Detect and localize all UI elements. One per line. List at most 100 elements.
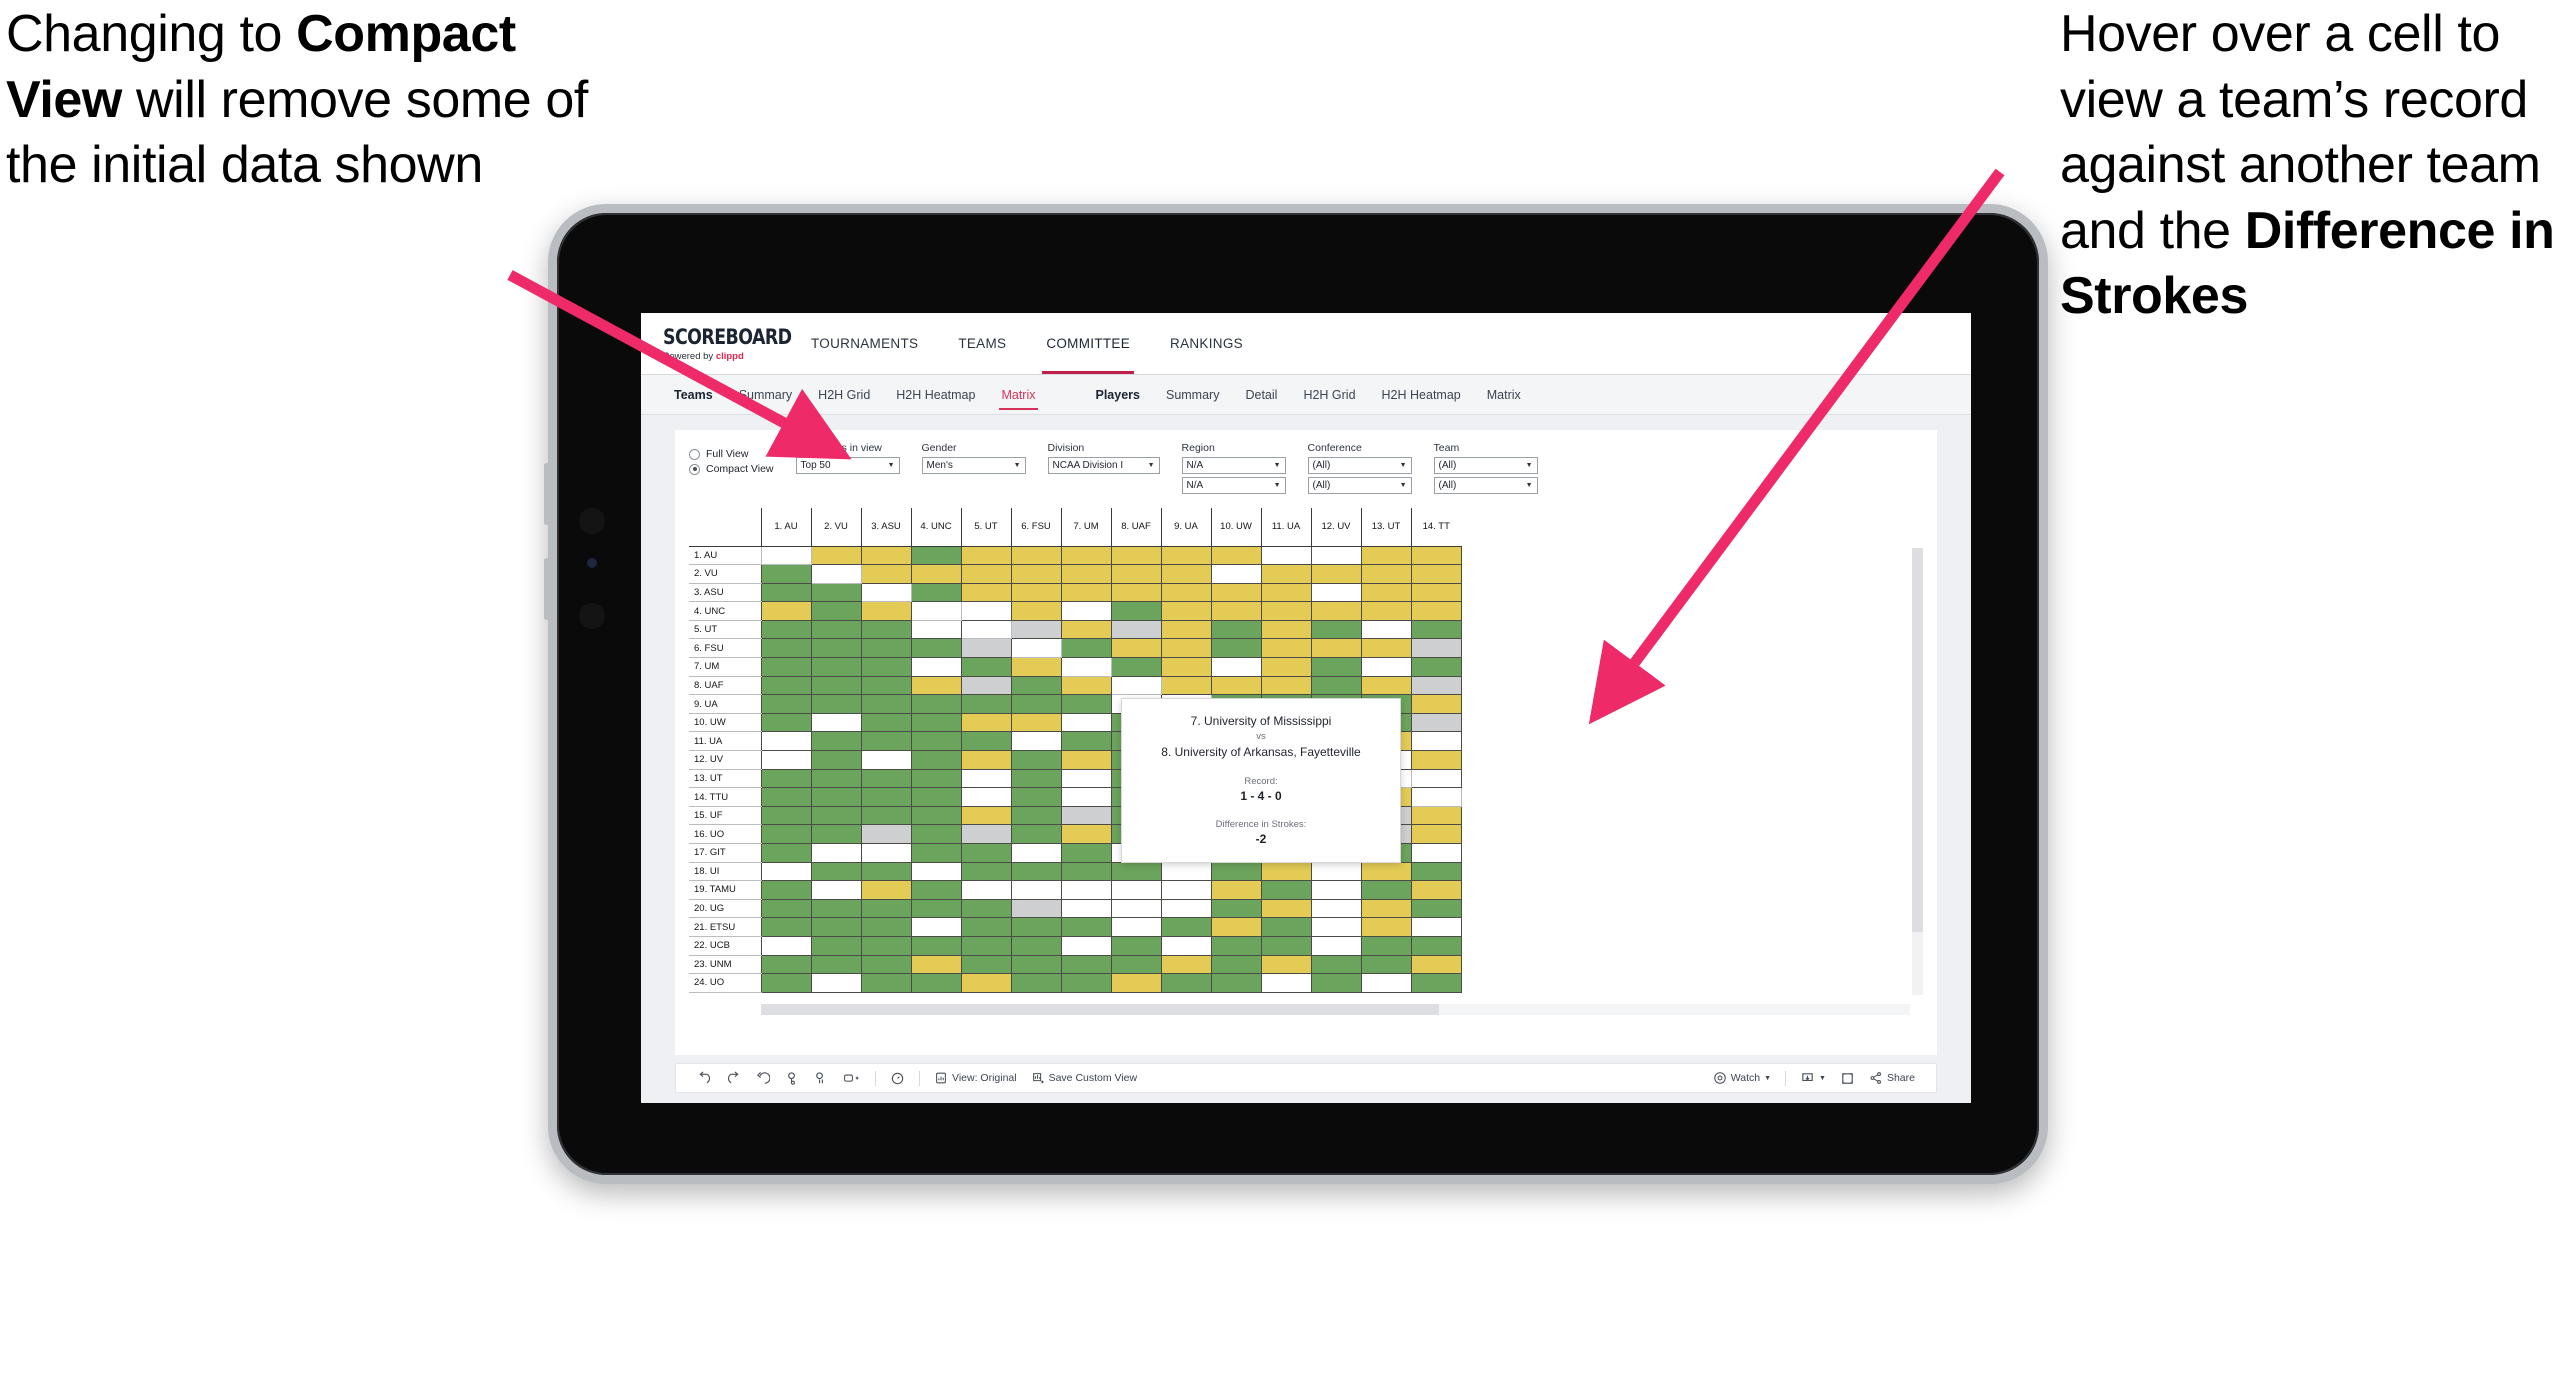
matrix-cell[interactable] bbox=[1160, 638, 1212, 659]
matrix-cell[interactable] bbox=[1410, 657, 1462, 677]
topnav-item-rankings[interactable]: RANKINGS bbox=[1150, 313, 1263, 374]
matrix-cell[interactable] bbox=[960, 582, 1012, 603]
matrix-cell[interactable] bbox=[760, 954, 812, 975]
matrix-cell[interactable] bbox=[1260, 861, 1312, 882]
matrix-cell[interactable] bbox=[1160, 973, 1212, 993]
matrix-cell[interactable] bbox=[1010, 954, 1062, 975]
matrix-cell[interactable] bbox=[760, 824, 812, 844]
matrix-cell[interactable] bbox=[960, 935, 1012, 956]
matrix-cell[interactable] bbox=[810, 880, 862, 900]
matrix-cell[interactable] bbox=[1010, 861, 1062, 882]
matrix-cell[interactable] bbox=[860, 657, 912, 677]
matrix-cell[interactable] bbox=[1010, 712, 1062, 733]
matrix-row-header[interactable]: 22. UCB bbox=[689, 936, 761, 956]
matrix-cell[interactable] bbox=[1060, 843, 1112, 863]
matrix-cell[interactable] bbox=[1410, 638, 1462, 659]
matrix-cell[interactable] bbox=[960, 843, 1012, 863]
matrix-cell[interactable] bbox=[1310, 973, 1362, 993]
matrix-cell[interactable] bbox=[860, 694, 912, 714]
matrix-cell[interactable] bbox=[1060, 824, 1112, 844]
matrix-cell[interactable] bbox=[1260, 917, 1312, 937]
matrix-cell[interactable] bbox=[1010, 935, 1062, 956]
matrix-cell[interactable] bbox=[1410, 731, 1462, 752]
matrix-cell[interactable] bbox=[860, 805, 912, 826]
matrix-cell[interactable] bbox=[1310, 657, 1362, 677]
matrix-cell[interactable] bbox=[1110, 619, 1162, 640]
matrix-column-header[interactable]: 1. AU bbox=[760, 508, 811, 547]
matrix-cell[interactable] bbox=[1010, 824, 1062, 844]
matrix-cell[interactable] bbox=[1110, 638, 1162, 659]
matrix-row-header[interactable]: 13. UT bbox=[689, 769, 761, 789]
matrix-row-header[interactable]: 15. UF bbox=[689, 806, 761, 826]
subnav-item-teams-h2h-grid[interactable]: H2H Grid bbox=[805, 384, 883, 406]
save-custom-view-button[interactable]: Save Custom View bbox=[1024, 1071, 1145, 1085]
matrix-cell[interactable] bbox=[1360, 898, 1412, 919]
matrix-cell[interactable] bbox=[860, 898, 912, 919]
matrix-cell[interactable] bbox=[760, 657, 812, 677]
matrix-cell[interactable] bbox=[1160, 935, 1212, 956]
matrix-cell[interactable] bbox=[760, 973, 812, 993]
subnav-item-teams-matrix[interactable]: Matrix bbox=[988, 384, 1048, 410]
matrix-cell[interactable] bbox=[760, 880, 812, 900]
matrix-cell[interactable] bbox=[910, 843, 962, 863]
matrix-cell[interactable] bbox=[1110, 973, 1162, 993]
matrix-row-header[interactable]: 1. AU bbox=[689, 546, 761, 566]
subnav-item-players-h2h-grid[interactable]: H2H Grid bbox=[1290, 384, 1368, 406]
matrix-cell[interactable] bbox=[860, 861, 912, 882]
matrix-cell[interactable] bbox=[1210, 880, 1262, 900]
matrix-cell[interactable] bbox=[1060, 694, 1112, 714]
matrix-cell[interactable] bbox=[760, 564, 812, 584]
matrix-column-header[interactable]: 8. UAF bbox=[1110, 508, 1161, 547]
matrix-cell[interactable] bbox=[1210, 564, 1262, 584]
matrix-cell[interactable] bbox=[1160, 619, 1212, 640]
matrix-cell[interactable] bbox=[1210, 973, 1262, 993]
matrix-cell[interactable] bbox=[1110, 954, 1162, 975]
matrix-cell[interactable] bbox=[1310, 675, 1362, 696]
matrix-horizontal-scrollbar[interactable] bbox=[761, 1004, 1910, 1015]
matrix-cell[interactable] bbox=[810, 805, 862, 826]
matrix-column-header[interactable]: 4. UNC bbox=[910, 508, 961, 547]
matrix-cell[interactable] bbox=[1260, 601, 1312, 621]
topnav-item-tournaments[interactable]: TOURNAMENTS bbox=[791, 313, 938, 374]
matrix-cell[interactable] bbox=[810, 601, 862, 621]
matrix-row-header[interactable]: 21. ETSU bbox=[689, 917, 761, 937]
matrix-cell[interactable] bbox=[960, 712, 1012, 733]
matrix-cell[interactable] bbox=[810, 824, 862, 844]
filter-conference-select-1[interactable]: (All) ▼ bbox=[1307, 457, 1412, 474]
matrix-cell[interactable] bbox=[1060, 712, 1112, 733]
matrix-cell[interactable] bbox=[860, 582, 912, 603]
matrix-cell[interactable] bbox=[1010, 694, 1062, 714]
matrix-cell[interactable] bbox=[910, 657, 962, 677]
matrix-cell[interactable] bbox=[810, 898, 862, 919]
matrix-cell[interactable] bbox=[1010, 880, 1062, 900]
matrix-cell[interactable] bbox=[1060, 545, 1112, 566]
matrix-cell[interactable] bbox=[1060, 973, 1112, 993]
matrix-column-header[interactable]: 2. VU bbox=[810, 508, 861, 547]
matrix-cell[interactable] bbox=[910, 898, 962, 919]
matrix-row-header[interactable]: 17. GIT bbox=[689, 843, 761, 863]
filter-max-teams-select[interactable]: Top 50 ▼ bbox=[795, 457, 900, 474]
matrix-cell[interactable] bbox=[860, 619, 912, 640]
radio-full-view-circle-icon[interactable] bbox=[689, 448, 700, 460]
matrix-cell[interactable] bbox=[810, 619, 862, 640]
matrix-row-header[interactable]: 3. ASU bbox=[689, 583, 761, 603]
matrix-cell[interactable] bbox=[910, 954, 962, 975]
matrix-cell[interactable] bbox=[1260, 935, 1312, 956]
matrix-cell[interactable] bbox=[960, 861, 1012, 882]
matrix-cell[interactable] bbox=[860, 768, 912, 789]
matrix-cell[interactable] bbox=[1410, 545, 1462, 566]
matrix-cell[interactable] bbox=[1260, 675, 1312, 696]
matrix-cell[interactable] bbox=[1410, 935, 1462, 956]
matrix-cell[interactable] bbox=[960, 564, 1012, 584]
matrix-cell[interactable] bbox=[1410, 954, 1462, 975]
matrix-column-header[interactable]: 5. UT bbox=[960, 508, 1011, 547]
matrix-cell[interactable] bbox=[1010, 619, 1062, 640]
matrix-cell[interactable] bbox=[810, 935, 862, 956]
matrix-cell[interactable] bbox=[1060, 917, 1112, 937]
matrix-cell[interactable] bbox=[810, 657, 862, 677]
matrix-cell[interactable] bbox=[1010, 750, 1062, 770]
volume-down-button[interactable] bbox=[544, 558, 549, 620]
matrix-cell[interactable] bbox=[1060, 898, 1112, 919]
subnav-item-players-h2h-heatmap[interactable]: H2H Heatmap bbox=[1369, 384, 1474, 406]
matrix-cell[interactable] bbox=[860, 954, 912, 975]
